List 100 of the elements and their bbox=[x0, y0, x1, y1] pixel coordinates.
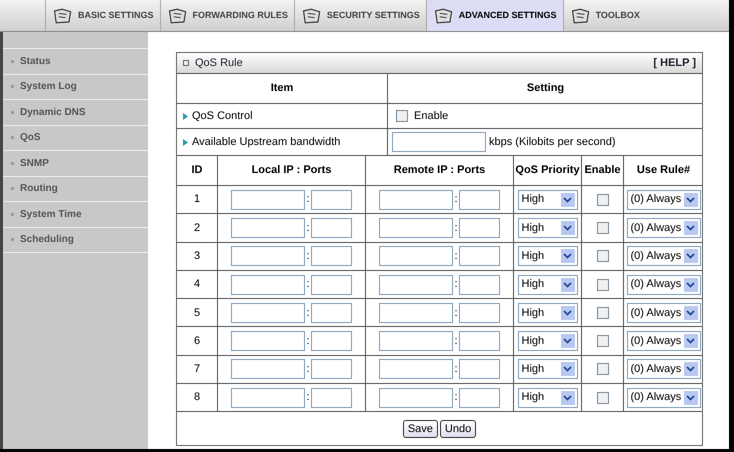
input-field[interactable] bbox=[231, 274, 306, 295]
separator-text: : bbox=[306, 362, 310, 378]
rule-dropdown[interactable]: (0) Always bbox=[626, 331, 700, 352]
separator-text: : bbox=[306, 334, 310, 349]
table-cell-text: 4 bbox=[192, 277, 202, 292]
dropdown-caret-icon bbox=[560, 192, 574, 207]
input-field[interactable] bbox=[458, 218, 500, 238]
column-header: Item bbox=[177, 73, 387, 103]
dropdown-caret-icon bbox=[560, 220, 574, 235]
rule-dropdown[interactable]: (0) Always bbox=[626, 302, 700, 323]
table-cell-text: 6 bbox=[192, 334, 202, 349]
input-field[interactable] bbox=[379, 331, 454, 352]
tab-icon bbox=[166, 6, 189, 24]
priority-dropdown[interactable]: High bbox=[518, 218, 578, 238]
input-field[interactable] bbox=[310, 190, 352, 210]
input-field[interactable] bbox=[379, 274, 454, 295]
input-field[interactable] bbox=[231, 218, 306, 238]
priority-dropdown[interactable]: High bbox=[518, 388, 578, 408]
input-field[interactable] bbox=[310, 388, 352, 408]
checkbox[interactable] bbox=[596, 194, 608, 206]
form-button[interactable]: Undo bbox=[440, 420, 476, 438]
input-field[interactable] bbox=[231, 331, 306, 352]
rule-dropdown[interactable]: (0) Always bbox=[626, 190, 700, 210]
priority-dropdown[interactable]: High bbox=[518, 190, 578, 210]
input-field[interactable] bbox=[392, 132, 486, 152]
input-field[interactable] bbox=[310, 274, 352, 295]
checkbox[interactable] bbox=[596, 392, 608, 404]
dropdown-caret-icon bbox=[684, 278, 698, 292]
input-field[interactable] bbox=[231, 359, 306, 380]
sidebar-item[interactable]: QoS bbox=[3, 124, 148, 150]
tab-icon bbox=[300, 6, 323, 24]
input-field[interactable] bbox=[310, 359, 352, 380]
checkbox[interactable] bbox=[396, 110, 408, 122]
checkbox[interactable] bbox=[596, 306, 608, 319]
tab-icon bbox=[570, 6, 592, 24]
rule-dropdown[interactable]: (0) Always bbox=[626, 274, 700, 295]
input-field[interactable] bbox=[379, 246, 454, 266]
rule-dropdown[interactable]: (0) Always bbox=[626, 359, 700, 380]
table-cell-text: 3 bbox=[192, 248, 202, 264]
rule-dropdown[interactable]: (0) Always bbox=[626, 246, 700, 266]
priority-dropdown[interactable]: High bbox=[518, 274, 578, 295]
priority-dropdown[interactable]: High bbox=[518, 359, 578, 380]
sidebar-item[interactable]: Routing bbox=[3, 176, 148, 201]
checkbox[interactable] bbox=[596, 250, 608, 262]
column-header: QoS Priority bbox=[513, 156, 581, 185]
input-field[interactable] bbox=[379, 218, 454, 238]
input-field[interactable] bbox=[458, 359, 500, 380]
column-header: Remote IP : Ports bbox=[365, 156, 513, 185]
checkbox[interactable] bbox=[596, 222, 608, 234]
input-field[interactable] bbox=[458, 388, 500, 408]
input-field[interactable] bbox=[310, 331, 352, 352]
nav-tab[interactable]: BASIC SETTINGS bbox=[45, 0, 160, 31]
bullet-triangle-icon bbox=[183, 112, 188, 120]
input-field[interactable] bbox=[231, 388, 306, 408]
separator-text: : bbox=[306, 390, 310, 406]
checkbox[interactable] bbox=[596, 278, 608, 291]
input-field[interactable] bbox=[231, 302, 306, 323]
sidebar-item[interactable]: System Log bbox=[3, 74, 148, 99]
sidebar-item[interactable]: System Time bbox=[3, 201, 148, 226]
input-field[interactable] bbox=[310, 302, 352, 323]
rule-dropdown[interactable]: (0) Always bbox=[626, 388, 700, 408]
input-field[interactable] bbox=[379, 190, 454, 210]
form-button[interactable]: Save bbox=[402, 420, 438, 438]
square-icon bbox=[183, 60, 189, 66]
input-field[interactable] bbox=[231, 190, 306, 210]
sidebar-item[interactable]: Scheduling bbox=[3, 226, 148, 252]
input-field[interactable] bbox=[310, 218, 352, 238]
input-field[interactable] bbox=[310, 246, 352, 266]
sidebar-item[interactable]: Dynamic DNS bbox=[3, 99, 148, 124]
nav-tab[interactable]: TOOLBOX bbox=[562, 0, 646, 31]
separator-text: : bbox=[306, 220, 310, 236]
dropdown-caret-icon bbox=[684, 249, 698, 264]
nav-tab[interactable]: SECURITY SETTINGS bbox=[294, 0, 426, 31]
sidebar-item[interactable]: Status bbox=[3, 48, 148, 74]
tab-icon bbox=[52, 6, 74, 24]
input-field[interactable] bbox=[379, 302, 454, 323]
table-cell-text: 1 bbox=[192, 192, 202, 208]
priority-dropdown[interactable]: High bbox=[518, 302, 578, 323]
checkbox[interactable] bbox=[596, 335, 608, 348]
input-field[interactable] bbox=[379, 359, 454, 380]
sidebar-item[interactable]: SNMP bbox=[3, 150, 148, 176]
column-header: Enable bbox=[581, 156, 623, 185]
input-field[interactable] bbox=[458, 190, 500, 210]
input-field[interactable] bbox=[458, 302, 500, 323]
input-field[interactable] bbox=[458, 246, 500, 266]
table-cell-text: 8 bbox=[192, 390, 202, 406]
rule-dropdown[interactable]: (0) Always bbox=[626, 218, 700, 238]
input-field[interactable] bbox=[379, 388, 454, 408]
priority-dropdown[interactable]: High bbox=[518, 246, 578, 266]
priority-dropdown[interactable]: High bbox=[518, 331, 578, 352]
dropdown-caret-icon bbox=[684, 334, 698, 348]
nav-tab[interactable]: FORWARDING RULES bbox=[160, 0, 294, 31]
help-link[interactable]: [ HELP ] bbox=[653, 54, 696, 72]
nav-tab[interactable]: ADVANCED SETTINGS bbox=[426, 0, 563, 31]
checkbox-label: Enable bbox=[414, 108, 448, 124]
input-field[interactable] bbox=[458, 331, 500, 352]
input-field[interactable] bbox=[231, 246, 306, 266]
input-field[interactable] bbox=[458, 274, 500, 295]
checkbox[interactable] bbox=[596, 363, 608, 376]
separator-text: : bbox=[454, 220, 458, 236]
